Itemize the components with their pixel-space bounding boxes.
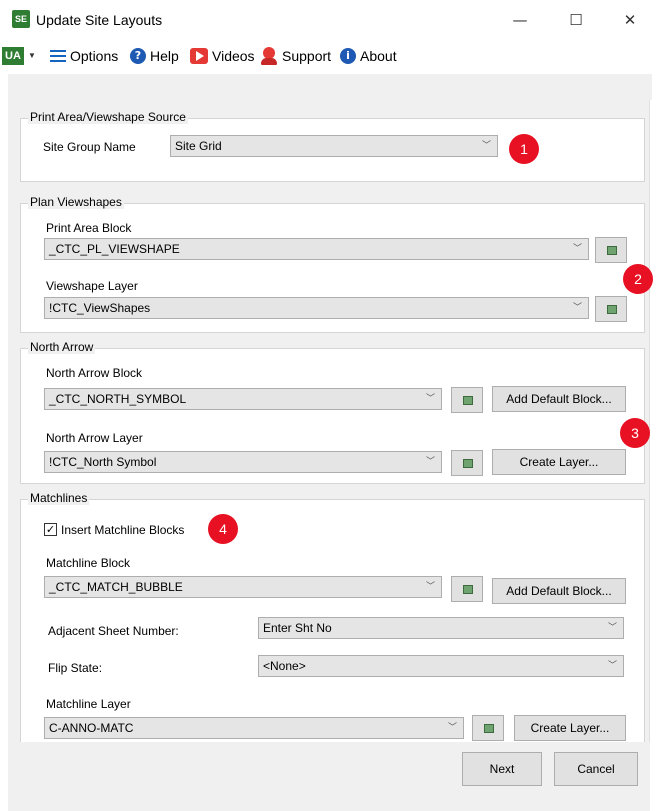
about-menu[interactable]: i About	[340, 46, 397, 66]
matchline-create-layer-button[interactable]: Create Layer...	[514, 715, 626, 741]
help-menu[interactable]: ? Help	[130, 46, 179, 66]
videos-menu[interactable]: Videos	[190, 46, 255, 66]
callout-badge-1: 1	[509, 134, 539, 164]
insert-matchline-blocks-checkbox[interactable]: ✓	[44, 523, 57, 536]
adjacent-sheet-number-dropdown[interactable]: Enter Sht No ﹀	[258, 617, 624, 639]
caret-down-icon: ▼	[28, 51, 36, 60]
matchline-block-value: _CTC_MATCH_BUBBLE	[49, 580, 183, 594]
adjacent-sheet-number-value: Enter Sht No	[263, 621, 332, 635]
pick-matchline-block-button[interactable]	[451, 576, 483, 602]
dialog-client-area: Print Area/Viewshape Source Site Group N…	[8, 100, 653, 811]
pick-block-icon	[463, 585, 473, 594]
matchline-block-label: Matchline Block	[46, 556, 131, 570]
viewshape-layer-label: Viewshape Layer	[46, 279, 138, 293]
pick-layer-icon	[484, 724, 494, 733]
ua-menu[interactable]: UA ▼	[2, 46, 36, 66]
cancel-button[interactable]: Cancel	[554, 752, 638, 786]
callout-badge-4: 4	[208, 514, 238, 544]
chevron-down-icon: ﹀	[447, 723, 457, 733]
pick-viewshape-layer-button[interactable]	[595, 296, 627, 322]
callout-badge-2: 2	[623, 264, 653, 294]
flip-state-label: Flip State:	[48, 661, 103, 675]
info-icon: i	[340, 48, 356, 64]
chevron-down-icon: ﹀	[425, 457, 435, 467]
list-icon	[50, 49, 66, 63]
chevron-down-icon: ﹀	[425, 582, 435, 592]
north-arrow-block-value: _CTC_NORTH_SYMBOL	[49, 392, 187, 406]
support-menu[interactable]: Support	[260, 46, 331, 66]
toolbar: UA ▼ Options ? Help Videos Support i Abo…	[0, 40, 656, 72]
viewshape-layer-dropdown[interactable]: !CTC_ViewShapes ﹀	[44, 297, 589, 319]
play-icon	[190, 48, 208, 64]
pick-print-area-block-button[interactable]	[595, 237, 627, 263]
north-arrow-block-dropdown[interactable]: _CTC_NORTH_SYMBOL ﹀	[44, 388, 442, 410]
flip-state-dropdown[interactable]: <None> ﹀	[258, 655, 624, 677]
chevron-down-icon: ﹀	[572, 303, 582, 313]
viewshape-layer-value: !CTC_ViewShapes	[49, 301, 151, 315]
options-label: Options	[70, 48, 119, 64]
matchlines-group-title: Matchlines	[28, 491, 90, 505]
matchline-layer-label: Matchline Layer	[46, 697, 131, 711]
chevron-down-icon: ﹀	[481, 141, 491, 151]
chevron-down-icon: ﹀	[425, 394, 435, 404]
north-arrow-create-layer-button[interactable]: Create Layer...	[492, 449, 626, 475]
pick-block-icon	[607, 246, 617, 255]
plan-viewshapes-group-title: Plan Viewshapes	[28, 195, 124, 209]
support-icon	[260, 47, 278, 65]
videos-label: Videos	[212, 48, 255, 64]
support-label: Support	[282, 48, 332, 64]
help-label: Help	[150, 48, 179, 64]
callout-badge-3: 3	[620, 418, 650, 448]
pick-north-arrow-block-button[interactable]	[451, 387, 483, 413]
app-icon: SE	[12, 10, 30, 28]
toolbar-separator-strip	[8, 74, 652, 100]
matchline-layer-dropdown[interactable]: C-ANNO-MATC ﹀	[44, 717, 464, 739]
site-group-name-value: Site Grid	[175, 139, 222, 153]
north-arrow-layer-label: North Arrow Layer	[46, 431, 143, 445]
minimize-button[interactable]: —	[506, 8, 534, 32]
chevron-down-icon: ﹀	[607, 661, 617, 671]
insert-matchline-blocks-label[interactable]: Insert Matchline Blocks	[61, 523, 184, 537]
north-arrow-group-title: North Arrow	[28, 340, 96, 354]
about-label: About	[360, 48, 397, 64]
help-icon: ?	[130, 48, 146, 64]
adjacent-sheet-number-label: Adjacent Sheet Number:	[48, 624, 179, 638]
print-area-block-value: _CTC_PL_VIEWSHAPE	[49, 242, 180, 256]
north-arrow-layer-dropdown[interactable]: !CTC_North Symbol ﹀	[44, 451, 442, 473]
print-area-block-dropdown[interactable]: _CTC_PL_VIEWSHAPE ﹀	[44, 238, 589, 260]
north-arrow-layer-value: !CTC_North Symbol	[49, 455, 157, 469]
dialog-footer: Next Cancel	[8, 742, 650, 811]
pick-layer-icon	[607, 305, 617, 314]
title-bar: SE Update Site Layouts — ☐ ✕	[0, 0, 656, 40]
options-menu[interactable]: Options	[50, 46, 118, 66]
print-area-block-label: Print Area Block	[46, 221, 132, 235]
matchline-block-dropdown[interactable]: _CTC_MATCH_BUBBLE ﹀	[44, 576, 442, 598]
close-button[interactable]: ✕	[616, 8, 644, 32]
matchline-layer-value: C-ANNO-MATC	[49, 721, 134, 735]
ua-logo-icon: UA	[2, 47, 24, 65]
chevron-down-icon: ﹀	[572, 244, 582, 254]
site-group-name-dropdown[interactable]: Site Grid ﹀	[170, 135, 498, 157]
pick-north-arrow-layer-button[interactable]	[451, 450, 483, 476]
pick-matchline-layer-button[interactable]	[472, 715, 504, 741]
matchline-add-default-block-button[interactable]: Add Default Block...	[492, 578, 626, 604]
pick-layer-icon	[463, 459, 473, 468]
maximize-button[interactable]: ☐	[562, 8, 590, 32]
print-area-group-title: Print Area/Viewshape Source	[28, 110, 188, 124]
north-arrow-add-default-block-button[interactable]: Add Default Block...	[492, 386, 626, 412]
window-title: Update Site Layouts	[36, 12, 163, 28]
north-arrow-block-label: North Arrow Block	[46, 366, 143, 380]
chevron-down-icon: ﹀	[607, 623, 617, 633]
site-group-name-label: Site Group Name	[43, 140, 136, 154]
next-button[interactable]: Next	[462, 752, 542, 786]
flip-state-value: <None>	[263, 659, 306, 673]
pick-block-icon	[463, 396, 473, 405]
